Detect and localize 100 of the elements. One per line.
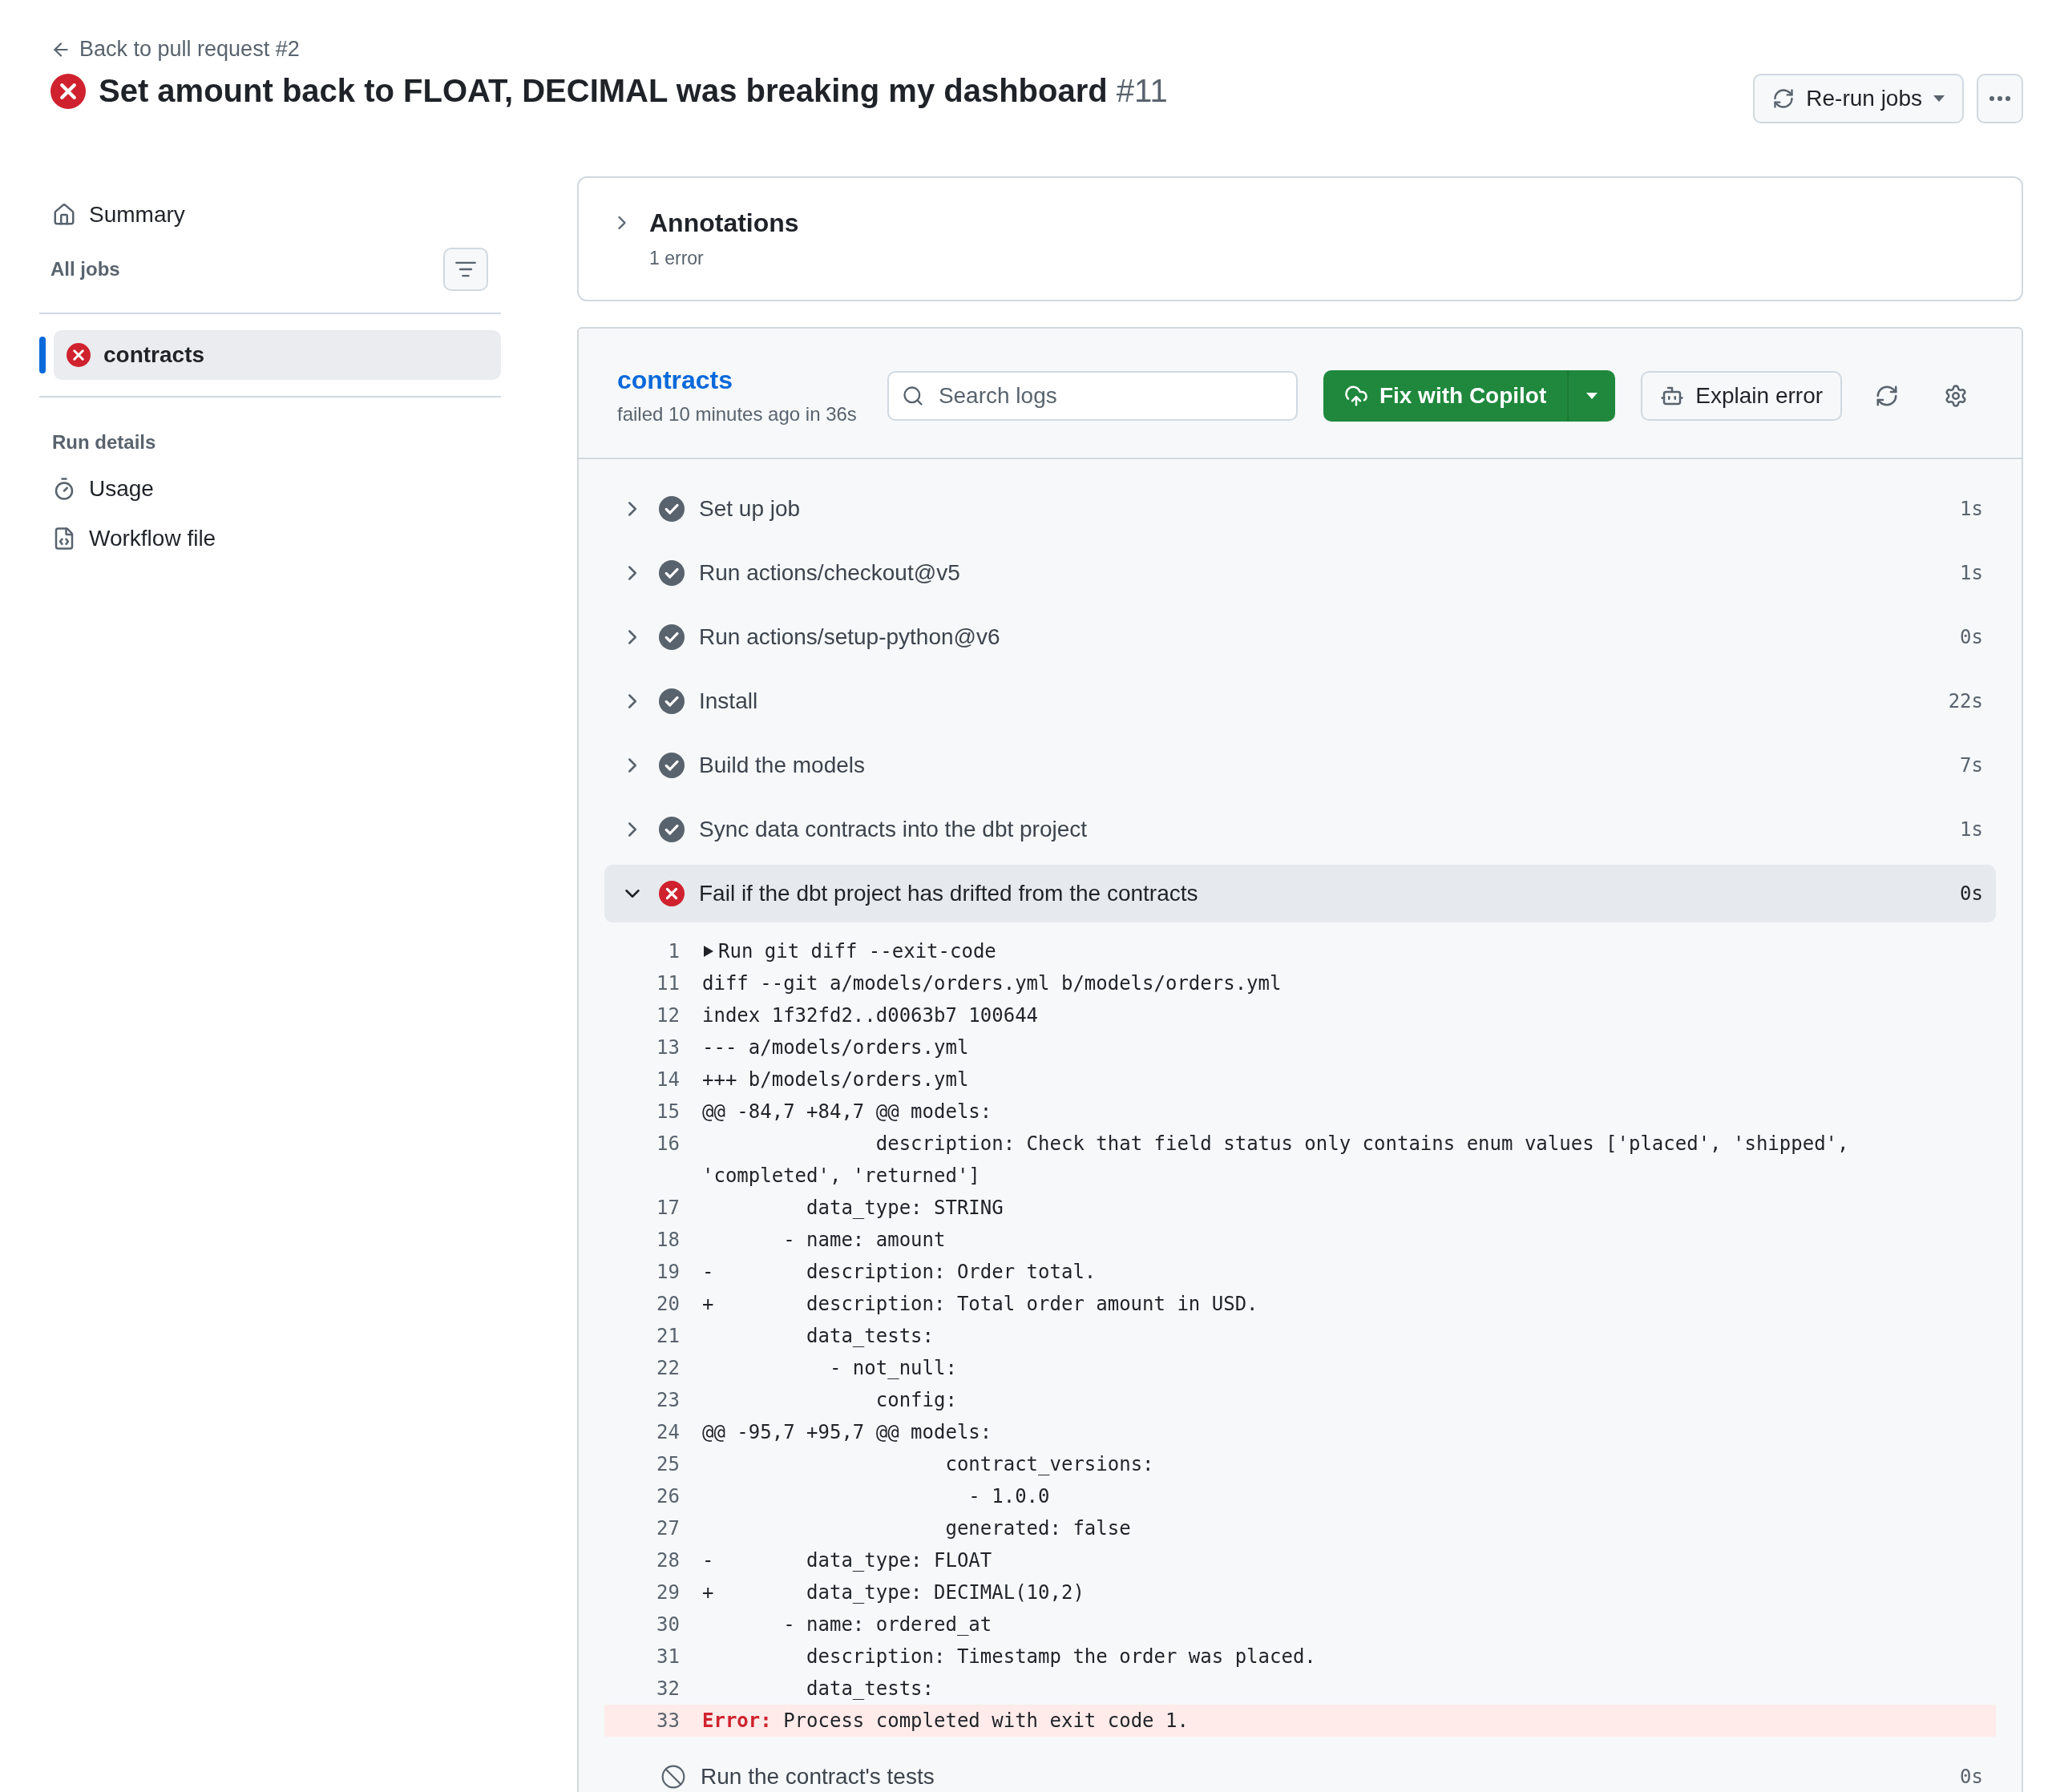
search-field[interactable]: Search logs	[887, 370, 1298, 421]
log-line: data_tests:	[806, 1324, 935, 1349]
expand-triangle-icon[interactable]	[702, 944, 715, 959]
step-name: Install	[699, 688, 759, 714]
dropdown-button[interactable]	[1567, 369, 1616, 422]
log-line: - data_type: FLOAT	[702, 1548, 993, 1573]
log-line: diff --git a/models/orders.yml b/models/orders.yml	[702, 971, 1282, 996]
fix-with-copilot-button[interactable]: Fix with Copilot	[1323, 369, 1568, 422]
rerun-jobs-button[interactable]: Re-run jobs	[1753, 74, 1964, 123]
success-icon	[659, 753, 685, 778]
search-icon	[901, 384, 924, 407]
step-row[interactable]: Set up job 1s	[604, 480, 1996, 538]
line-number: 32	[656, 1677, 680, 1701]
log-line: - name: ordered_at	[782, 1612, 993, 1637]
error-icon	[659, 881, 685, 906]
line-number: 27	[656, 1516, 680, 1541]
log-line: Error: Process completed with exit code 1.	[702, 1709, 1190, 1733]
line-number: 19	[656, 1260, 680, 1285]
back-link[interactable]: Back to pull request #2	[50, 37, 1168, 62]
line-number: 26	[656, 1484, 680, 1509]
step-name: Fail if the dbt project has drifted from the contracts	[699, 881, 1199, 906]
step-duration: 1s	[1960, 562, 1983, 584]
search-input[interactable]: Search logs	[936, 381, 1283, 410]
sidebar-link[interactable]: Workflow file	[39, 516, 501, 561]
line-number: 1	[667, 939, 680, 964]
error-icon	[50, 73, 86, 109]
log-line: --- a/models/orders.yml	[702, 1035, 970, 1060]
step-duration: 1s	[1960, 498, 1983, 520]
refresh-icon	[1772, 87, 1796, 110]
log-line: - description: Order total.	[702, 1260, 1097, 1285]
cloud-icon	[1343, 383, 1368, 408]
step-name: Sync data contracts into the dbt project	[699, 817, 1089, 842]
error-icon	[67, 343, 91, 367]
line-number: 14	[656, 1068, 680, 1092]
log-line: Run git diff --exit-code	[718, 939, 996, 964]
log-line: @@ -84,7 +84,7 @@ models:	[702, 1100, 993, 1124]
step-name: Run actions/checkout@v5	[699, 560, 961, 586]
log-line: description: Timestamp the order was placed.	[806, 1645, 1317, 1669]
line-number: 28	[656, 1548, 680, 1573]
step-row[interactable]: Fail if the dbt project has drifted from the contracts 0s	[604, 865, 1996, 922]
log-line: - not_null:	[828, 1356, 958, 1381]
line-number: 33	[656, 1709, 680, 1733]
line-number: 13	[656, 1035, 680, 1060]
step-row[interactable]: Build the models 7s	[604, 737, 1996, 794]
step-name: Set up job	[699, 496, 802, 522]
step-duration: 22s	[1948, 690, 1983, 712]
line-number: 20	[656, 1292, 680, 1317]
success-icon	[659, 560, 685, 586]
job-item[interactable]: contracts	[54, 330, 501, 380]
step-duration: 1s	[1960, 818, 1983, 841]
selection-indicator	[39, 337, 46, 373]
line-number: 18	[656, 1228, 680, 1253]
step-row[interactable]: Run the contract's tests 0s	[604, 1748, 1996, 1792]
step-row[interactable]: Install 22s	[604, 672, 1996, 730]
line-number: 31	[656, 1645, 680, 1669]
section-heading: All jobs	[50, 258, 120, 281]
log-line: - 1.0.0	[967, 1484, 1051, 1509]
line-number: 25	[656, 1452, 680, 1477]
success-icon	[659, 624, 685, 650]
annotations-title: Annotations	[649, 208, 799, 238]
log-line: @@ -95,7 +95,7 @@ models:	[702, 1420, 993, 1445]
success-icon	[659, 817, 685, 842]
line-number: 23	[656, 1388, 680, 1413]
log-line: +++ b/models/orders.yml	[702, 1068, 970, 1092]
settings-icon	[1944, 383, 1969, 408]
more-button[interactable]	[1977, 74, 2023, 123]
annotations-card[interactable]: Annotations 1 error	[577, 176, 2023, 301]
caret-icon	[1933, 95, 1945, 102]
log-line: + description: Total order amount in USD.	[702, 1292, 1259, 1317]
summary-link[interactable]: Summary	[39, 192, 501, 237]
step-row[interactable]: Sync data contracts into the dbt project 1s	[604, 801, 1996, 858]
step-name: Run actions/setup-python@v6	[699, 624, 1001, 650]
step-name: Build the models	[699, 753, 866, 778]
log-line: data_tests:	[806, 1677, 935, 1701]
line-number: 16	[656, 1132, 680, 1156]
filter-button[interactable]	[443, 248, 488, 291]
step-duration: 0s	[1960, 1766, 1983, 1788]
line-number: 22	[656, 1356, 680, 1381]
line-number: 17	[656, 1196, 680, 1221]
success-icon	[659, 688, 685, 714]
line-number: 21	[656, 1324, 680, 1349]
skipped-icon	[660, 1764, 686, 1790]
more-icon	[1989, 96, 2010, 101]
home-icon	[52, 203, 76, 227]
sidebar-link[interactable]: Usage	[39, 466, 501, 511]
job-status-text: failed 10 minutes ago in 36s	[617, 403, 857, 426]
caret-icon	[1586, 392, 1598, 399]
line-number: 24	[656, 1420, 680, 1445]
job-name-link[interactable]: contracts	[617, 365, 857, 395]
line-number: 15	[656, 1100, 680, 1124]
log-line: generated: false	[944, 1516, 1132, 1541]
step-row[interactable]: Run actions/checkout@v5 1s	[604, 544, 1996, 602]
log-line: index 1f32fd2..d0063b7 100644	[702, 1003, 1040, 1028]
success-icon	[659, 496, 685, 522]
line-number: 12	[656, 1003, 680, 1028]
explain-error-button[interactable]: Explain error	[1641, 370, 1843, 421]
step-name: Run the contract's tests	[701, 1764, 935, 1790]
log-line: + data_type: DECIMAL(10,2)	[702, 1580, 1085, 1605]
step-duration: 7s	[1960, 754, 1983, 777]
step-row[interactable]: Run actions/setup-python@v6 0s	[604, 608, 1996, 666]
